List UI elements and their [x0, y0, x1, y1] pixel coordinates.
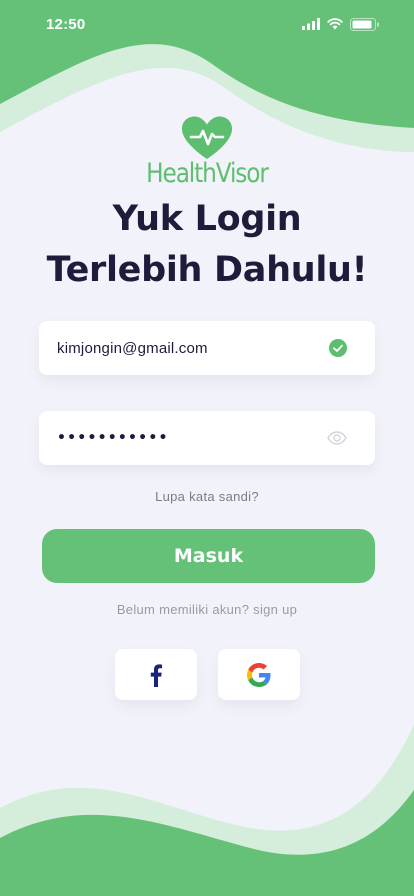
brand-logo: HealthVisor	[0, 116, 414, 189]
facebook-login-button[interactable]	[115, 649, 197, 700]
login-button[interactable]: Masuk	[42, 529, 375, 583]
eye-icon[interactable]	[327, 431, 347, 445]
email-field[interactable]: kimjongin@gmail.com	[39, 321, 375, 375]
google-login-button[interactable]	[218, 649, 300, 700]
cellular-signal-icon	[302, 18, 320, 30]
password-field[interactable]: •••••••••••	[39, 411, 375, 465]
status-bar: 12:50	[0, 0, 414, 48]
brand-name: HealthVisor	[146, 158, 269, 189]
wifi-icon	[327, 18, 343, 30]
status-time: 12:50	[46, 15, 86, 33]
status-icons	[302, 17, 380, 31]
google-icon	[247, 662, 271, 687]
email-value: kimjongin@gmail.com	[57, 339, 208, 357]
title-line-1: Yuk Login	[112, 199, 302, 239]
forgot-password-link[interactable]: Lupa kata sandi?	[0, 489, 414, 504]
heart-pulse-icon	[181, 116, 233, 159]
page-title: Yuk Login Terlebih Dahulu!	[0, 194, 414, 296]
signup-link[interactable]: Belum memiliki akun? sign up	[0, 602, 414, 617]
title-line-2: Terlebih Dahulu!	[46, 250, 368, 290]
battery-icon	[350, 17, 379, 31]
facebook-icon	[150, 663, 162, 687]
password-value: •••••••••••	[57, 430, 169, 446]
login-screen: HealthVisor Yuk Login Terlebih Dahulu! k…	[0, 0, 414, 896]
check-circle-icon	[329, 339, 347, 357]
